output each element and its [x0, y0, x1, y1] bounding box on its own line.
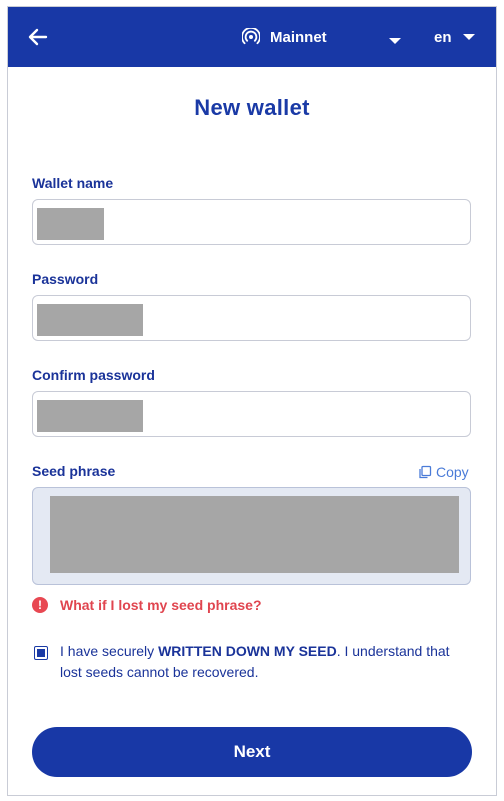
redacted-seed — [50, 496, 459, 573]
alert-icon: ! — [32, 597, 48, 613]
caret-down-icon — [389, 38, 401, 44]
copy-label: Copy — [436, 464, 469, 480]
agreement-text: I have securely WRITTEN DOWN MY SEED. I … — [60, 641, 460, 683]
arrow-left-icon — [28, 28, 48, 46]
new-wallet-screen: Mainnet en New wallet Wallet name Passwo… — [7, 6, 497, 796]
redacted-value — [37, 304, 143, 336]
password-input[interactable] — [32, 295, 471, 341]
seed-phrase-label: Seed phrase — [32, 463, 116, 479]
agreement-text-bold: WRITTEN DOWN MY SEED — [158, 643, 337, 659]
wallet-name-input[interactable] — [32, 199, 471, 245]
network-label: Mainnet — [270, 28, 327, 46]
confirm-password-label: Confirm password — [32, 367, 155, 383]
back-button[interactable] — [26, 25, 50, 49]
language-label: en — [434, 28, 452, 46]
app-header: Mainnet en — [8, 7, 496, 67]
page-title: New wallet — [194, 95, 310, 120]
language-selector[interactable]: en — [434, 24, 476, 50]
signal-icon — [242, 28, 260, 45]
network-dropdown-toggle[interactable] — [388, 33, 402, 44]
lost-seed-text: What if I lost my seed phrase? — [60, 597, 262, 613]
network-selector[interactable]: Mainnet — [242, 24, 327, 50]
lost-seed-link[interactable]: ! What if I lost my seed phrase? — [32, 597, 262, 613]
caret-down-icon — [462, 34, 475, 40]
agreement-checkbox[interactable] — [34, 646, 48, 660]
confirm-password-input[interactable] — [32, 391, 471, 437]
agreement-text-before: I have securely — [60, 643, 159, 659]
next-button[interactable]: Next — [32, 727, 472, 777]
copy-icon — [419, 465, 432, 479]
redacted-value — [37, 400, 143, 432]
password-label: Password — [32, 271, 99, 287]
wallet-name-label: Wallet name — [32, 175, 114, 191]
redacted-value — [37, 208, 104, 240]
seed-phrase-box — [32, 487, 471, 585]
copy-seed-button[interactable]: Copy — [418, 464, 469, 480]
